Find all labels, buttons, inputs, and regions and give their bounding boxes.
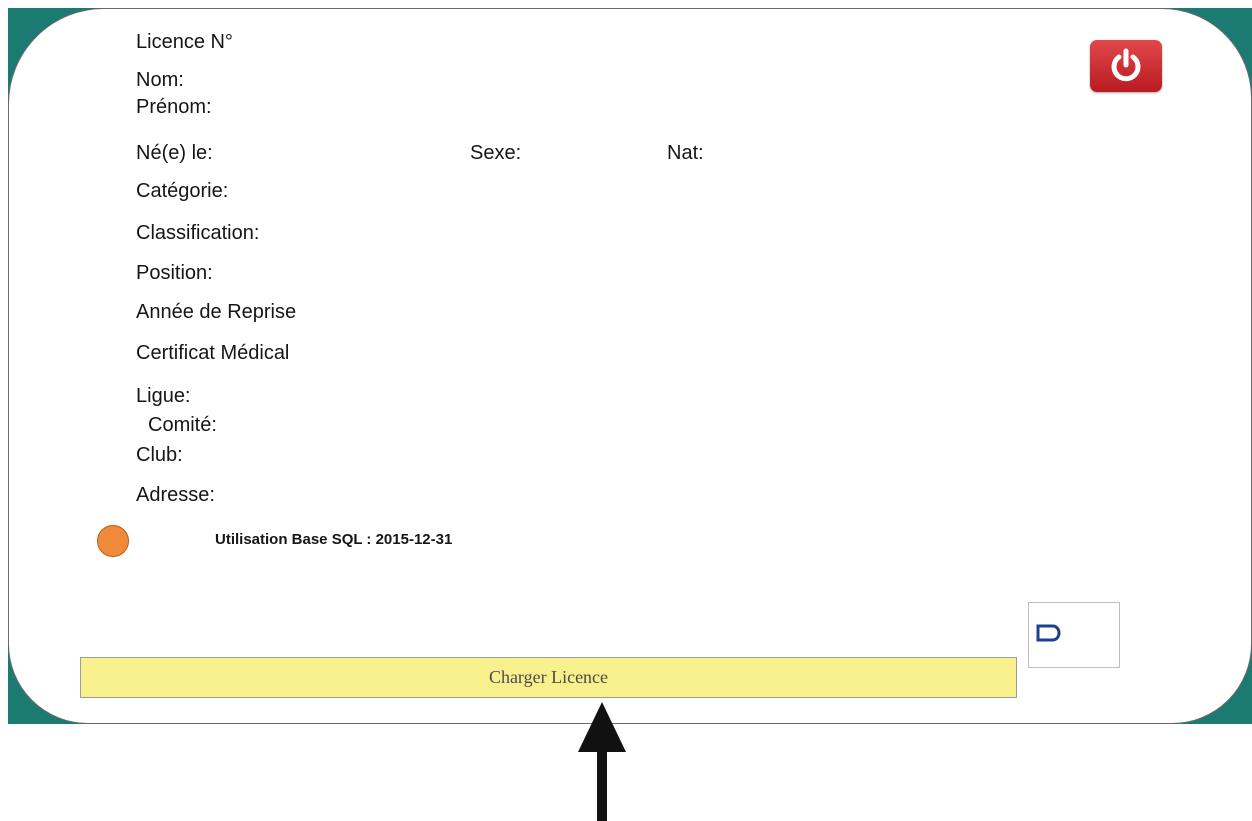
database-status-text: Utilisation Base SQL : 2015-12-31 xyxy=(215,531,453,548)
club-label: Club: xyxy=(136,444,183,466)
sexe-label: Sexe: xyxy=(470,142,522,164)
power-button[interactable] xyxy=(1090,40,1162,92)
up-arrow-icon xyxy=(578,702,626,821)
classification-label: Classification: xyxy=(136,222,260,244)
status-indicator xyxy=(97,525,129,557)
annee-reprise-label: Année de Reprise xyxy=(136,301,297,323)
power-icon xyxy=(1111,48,1141,82)
nom-label: Nom: xyxy=(136,69,184,91)
certificat-medical-label: Certificat Médical xyxy=(136,342,290,364)
prenom-label: Prénom: xyxy=(136,96,212,118)
adresse-label: Adresse: xyxy=(136,484,215,506)
birth-date-label: Né(e) le: xyxy=(136,142,213,164)
card-reader-icon xyxy=(1036,624,1061,642)
categorie-label: Catégorie: xyxy=(136,180,229,202)
nationality-label: Nat: xyxy=(667,142,704,164)
card-reader-box[interactable] xyxy=(1028,602,1120,668)
licence-number-label: Licence N° xyxy=(136,31,233,53)
ligue-label: Ligue: xyxy=(136,385,191,407)
load-licence-button[interactable]: Charger Licence xyxy=(80,657,1017,698)
position-label: Position: xyxy=(136,262,213,284)
comite-label: Comité: xyxy=(148,414,217,436)
